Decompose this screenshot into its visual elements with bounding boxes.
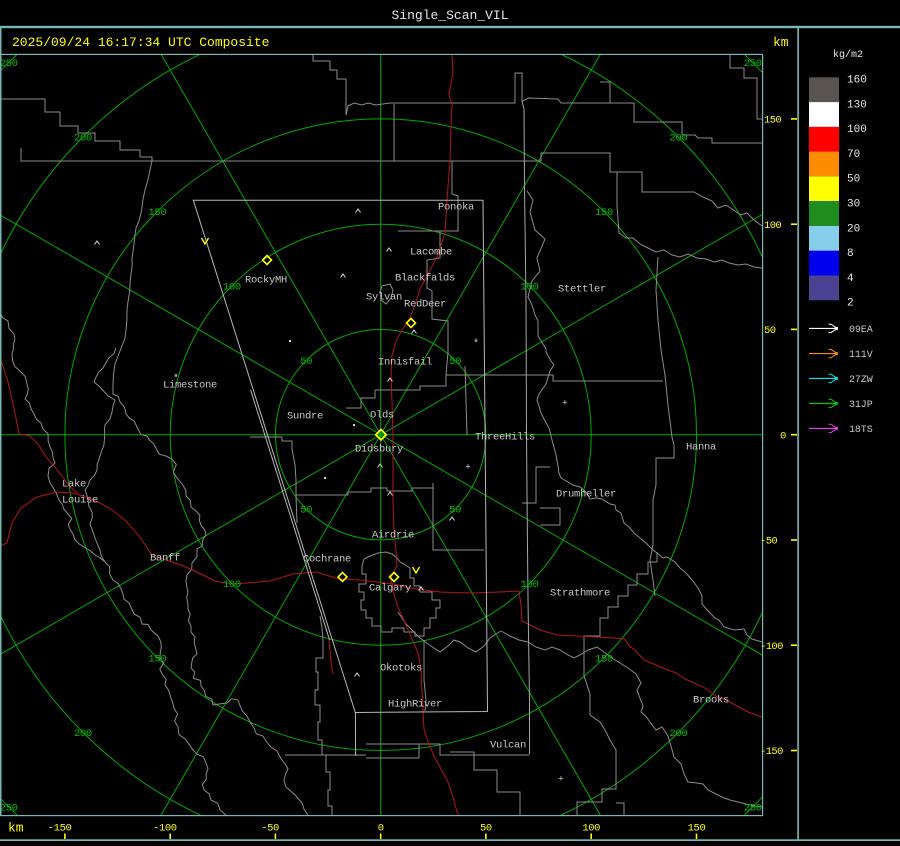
svg-text:-50: -50 <box>261 822 279 834</box>
svg-text:Louise: Louise <box>62 495 98 507</box>
svg-text:31JP: 31JP <box>849 400 873 411</box>
svg-text:-150: -150 <box>760 746 783 758</box>
svg-text:Hanna: Hanna <box>686 442 716 454</box>
svg-text:100: 100 <box>223 282 241 294</box>
svg-text:kg/m2: kg/m2 <box>833 49 863 61</box>
svg-text:200: 200 <box>74 728 92 740</box>
svg-text:100: 100 <box>223 579 241 591</box>
svg-text:-50: -50 <box>760 536 777 548</box>
svg-text:Lacombe: Lacombe <box>410 247 452 259</box>
svg-text:*: * <box>473 338 479 350</box>
svg-text:70: 70 <box>847 149 860 161</box>
svg-text:Calgary: Calgary <box>369 583 411 595</box>
svg-text:Stettler: Stettler <box>558 284 606 296</box>
svg-text:Vulcan: Vulcan <box>490 740 526 752</box>
svg-text:km: km <box>8 821 24 836</box>
svg-text:+: + <box>465 463 470 473</box>
svg-text:Blackfalds: Blackfalds <box>395 273 455 285</box>
svg-text:250: 250 <box>0 802 18 814</box>
svg-text:+: + <box>558 775 563 785</box>
svg-text:160: 160 <box>847 75 867 87</box>
svg-text:km: km <box>773 35 789 50</box>
svg-text:4: 4 <box>847 273 854 285</box>
svg-text:-100: -100 <box>153 822 177 834</box>
svg-text:Sylvan: Sylvan <box>366 292 402 304</box>
svg-text:Drumheller: Drumheller <box>556 489 616 501</box>
svg-text:100: 100 <box>764 220 781 232</box>
svg-text:100: 100 <box>520 579 538 591</box>
svg-text:100: 100 <box>520 282 538 294</box>
svg-text:150: 150 <box>595 654 613 666</box>
svg-text:111V: 111V <box>849 350 873 361</box>
svg-text:130: 130 <box>847 99 867 111</box>
svg-text:30: 30 <box>847 199 860 211</box>
svg-text:100: 100 <box>847 124 867 136</box>
svg-text:150: 150 <box>595 207 613 219</box>
svg-text:Brooks: Brooks <box>693 695 729 707</box>
svg-text:50: 50 <box>300 505 312 517</box>
svg-text:0: 0 <box>378 822 384 834</box>
svg-text:50: 50 <box>300 356 312 368</box>
svg-text:09EA: 09EA <box>849 325 873 336</box>
svg-text:50: 50 <box>847 174 860 186</box>
svg-text:RedDeer: RedDeer <box>404 299 446 311</box>
svg-text:Limestone: Limestone <box>163 380 217 392</box>
svg-text:HighRiver: HighRiver <box>388 699 442 711</box>
svg-text:250: 250 <box>0 58 18 70</box>
svg-text:RockyMH: RockyMH <box>245 275 287 287</box>
svg-text:200: 200 <box>669 133 687 145</box>
svg-text:200: 200 <box>74 133 92 145</box>
svg-text:150: 150 <box>148 654 166 666</box>
svg-text:100: 100 <box>582 822 600 834</box>
svg-text:20: 20 <box>847 223 860 235</box>
svg-text:Cochrane: Cochrane <box>303 554 351 566</box>
svg-text:*: * <box>173 373 179 385</box>
svg-text:Olds: Olds <box>370 410 394 422</box>
svg-text:8: 8 <box>847 248 854 260</box>
svg-text:50: 50 <box>764 325 776 337</box>
svg-text:+: + <box>562 399 567 409</box>
svg-text:150: 150 <box>148 207 166 219</box>
svg-text:ThreeHills: ThreeHills <box>475 432 535 444</box>
svg-text:250: 250 <box>744 58 762 70</box>
svg-text:-100: -100 <box>760 641 783 653</box>
svg-text:0: 0 <box>780 430 786 442</box>
svg-text:2: 2 <box>847 298 854 310</box>
svg-text:Single_Scan_VIL: Single_Scan_VIL <box>391 8 508 23</box>
svg-text:150: 150 <box>764 115 781 127</box>
svg-text:18TS: 18TS <box>849 425 873 436</box>
svg-text:Okotoks: Okotoks <box>380 663 422 675</box>
svg-text:Banff: Banff <box>150 553 180 565</box>
svg-text:Didsbury: Didsbury <box>355 444 403 456</box>
svg-text:50: 50 <box>449 356 461 368</box>
svg-text:-150: -150 <box>48 822 72 834</box>
svg-text:27ZW: 27ZW <box>849 375 873 386</box>
svg-text:250: 250 <box>744 802 762 814</box>
svg-text:Airdrie: Airdrie <box>372 530 414 542</box>
svg-text:2025/09/24 16:17:34 UTC Compos: 2025/09/24 16:17:34 UTC Composite <box>12 35 269 50</box>
svg-text:Lake: Lake <box>62 479 86 491</box>
svg-text:50: 50 <box>480 822 492 834</box>
svg-text:Ponoka: Ponoka <box>438 202 474 214</box>
svg-text:150: 150 <box>688 822 706 834</box>
svg-text:Sundre: Sundre <box>287 411 323 423</box>
svg-text:50: 50 <box>449 505 461 517</box>
svg-text:Innisfail: Innisfail <box>378 357 432 369</box>
svg-text:200: 200 <box>669 728 687 740</box>
svg-text:Strathmore: Strathmore <box>550 588 610 600</box>
